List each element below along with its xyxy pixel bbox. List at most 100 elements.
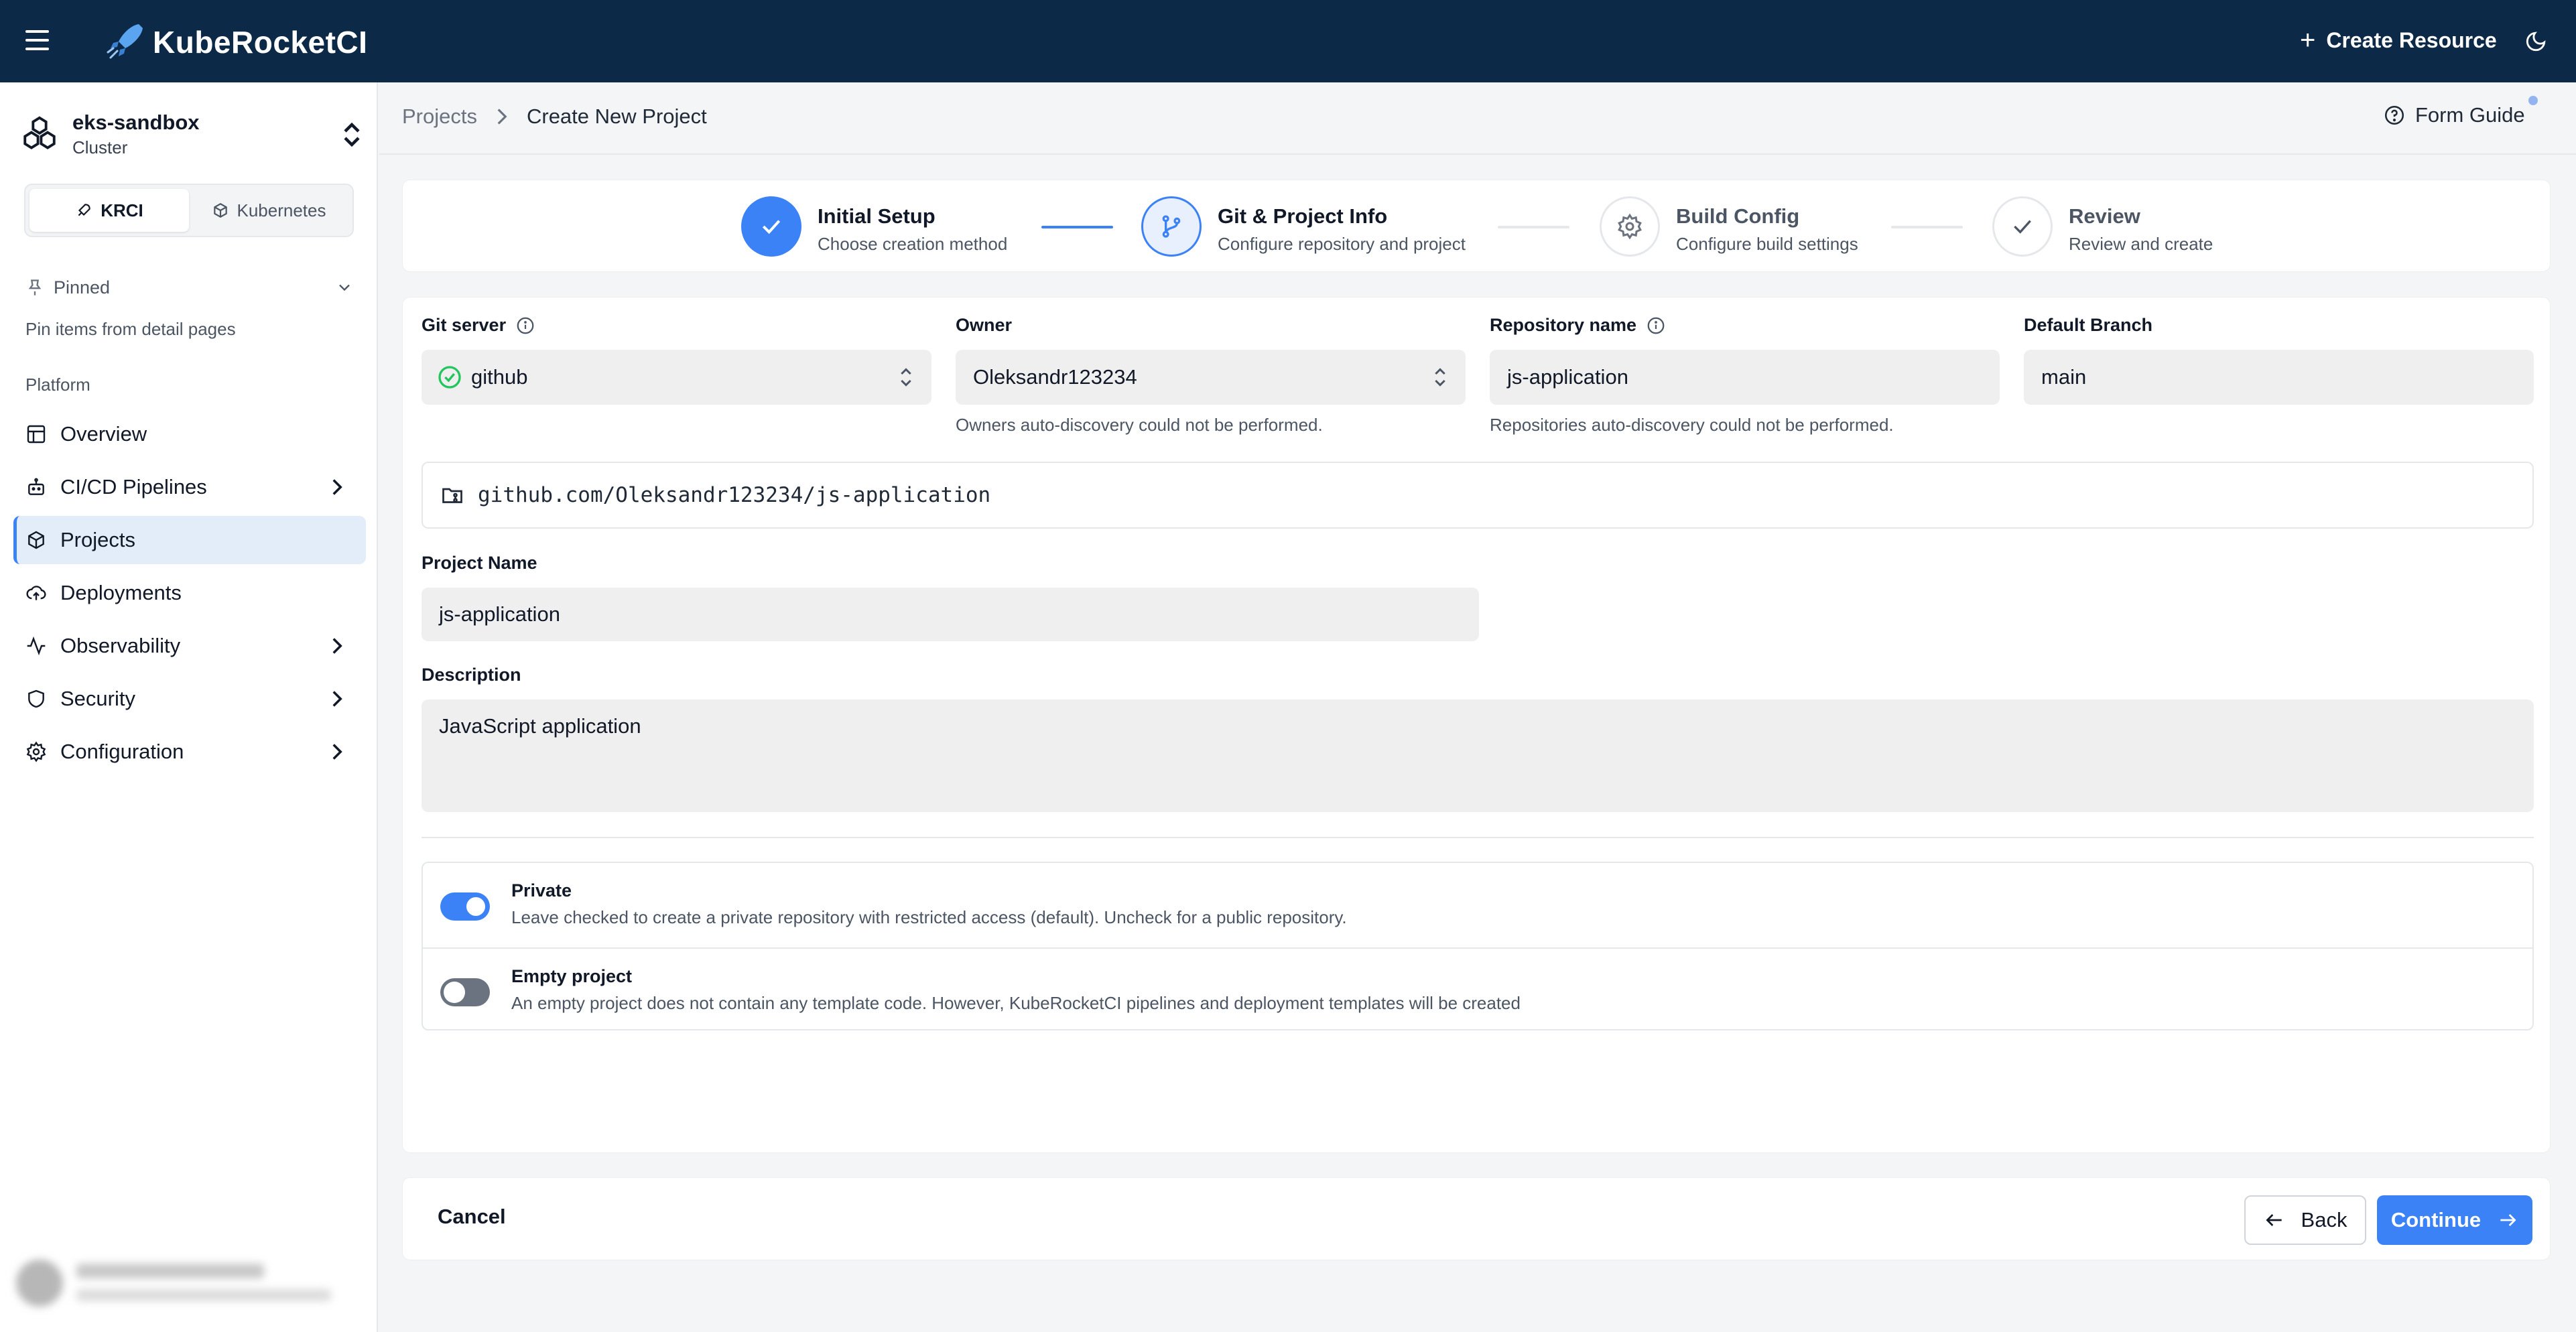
chevron-right-icon [332,638,342,654]
project-name-label: Project Name [422,553,537,573]
arrow-right-icon [2500,1214,2516,1226]
step-subtitle: Configure build settings [1676,234,1858,254]
stepper: Initial Setup Choose creation method Git… [402,180,2551,272]
cloud-upload-icon [26,586,46,600]
back-label: Back [2301,1208,2347,1231]
sidebar-item-observability[interactable]: Observability [13,622,366,670]
plus-icon: + [2300,25,2316,55]
empty-project-toggle[interactable] [440,978,490,1006]
activity-icon [27,636,46,656]
options-group: Private Leave checked to create a privat… [422,862,2534,1030]
check-circle-icon [438,366,461,389]
chevrons-up-down-icon [901,368,911,387]
arrow-left-icon [2265,1214,2282,1226]
sidebar: eks-sandbox Cluster KRCI Kubernetes Pinn… [0,82,378,1332]
info-icon[interactable] [515,316,535,336]
git-server-value: github [471,365,528,389]
step-subtitle: Choose creation method [818,234,1008,254]
continue-button[interactable]: Continue [2377,1195,2532,1245]
header-divider [379,153,2576,155]
check-icon [741,196,801,257]
repository-name-value: js-application [1507,365,1628,389]
owner-label: Owner [956,315,1013,335]
pinned-section-toggle[interactable]: Pinned [25,274,354,301]
gear-icon [26,741,46,762]
segment-krci[interactable]: KRCI [29,189,189,232]
layout-icon [27,425,46,444]
rocket-logo-icon [107,24,143,59]
menu-icon[interactable] [25,30,49,50]
box-icon [28,531,44,549]
sidebar-item-configuration[interactable]: Configuration [13,728,366,776]
segment-krci-label: KRCI [101,200,143,220]
user-email-redacted [76,1289,331,1301]
cluster-selector[interactable]: eks-sandbox Cluster [20,108,362,161]
description-value: JavaScript application [439,714,641,738]
rocket-icon [78,204,90,216]
chevron-right-icon [332,744,342,760]
sidebar-item-cicd-pipelines[interactable]: CI/CD Pipelines [13,463,366,511]
check-icon [1992,196,2053,257]
chevrons-up-down-icon [1435,368,1445,387]
form-guide-label: Form Guide [2415,103,2525,127]
step-title: Review [2069,204,2140,228]
form-footer: Cancel Back Continue [402,1177,2551,1260]
breadcrumb-current: Create New Project [526,105,707,128]
empty-project-label: Empty project [511,966,633,986]
project-name-input[interactable]: js-application [422,588,1479,641]
info-icon[interactable] [1646,316,1666,336]
sidebar-item-label: CI/CD Pipelines [60,475,207,498]
help-circle-icon [2384,105,2404,125]
form-guide-button[interactable]: Form Guide [2383,103,2525,127]
sidebar-item-overview[interactable]: Overview [13,410,366,458]
user-profile-blurred[interactable] [9,1250,365,1317]
folder-git-icon [442,488,462,503]
repository-name-label: Repository name [1490,315,1666,336]
back-button[interactable]: Back [2244,1195,2366,1245]
sidebar-item-label: Deployments [60,581,182,604]
sidebar-item-security[interactable]: Security [13,675,366,723]
sidebar-item-projects[interactable]: Projects [13,516,366,564]
breadcrumb-projects-link[interactable]: Projects [402,105,477,129]
description-label: Description [422,665,521,685]
form-divider [422,837,2534,838]
repository-name-input[interactable]: js-application [1490,350,2000,405]
step-subtitle: Review and create [2069,234,2213,254]
notification-dot [2528,96,2538,105]
git-server-select[interactable]: github [422,350,931,405]
owner-select[interactable]: Oleksandr123234 [956,350,1466,405]
default-branch-input[interactable]: main [2024,350,2534,405]
chevron-down-icon [339,284,350,291]
git-server-label: Git server [422,315,535,336]
cluster-type: Cluster [72,137,128,157]
repository-url-text: github.com/Oleksandr123234/js-applicatio… [478,483,991,507]
app-brand[interactable]: KubeRocketCI [153,24,367,60]
segment-kubernetes-label: Kubernetes [237,200,326,220]
cube-icon [213,203,227,218]
sidebar-item-label: Observability [60,634,181,657]
create-resource-button[interactable]: + Create Resource [2300,27,2497,54]
chevron-right-icon [332,691,342,707]
description-textarea[interactable]: JavaScript application [422,700,2534,812]
step-connector [1891,226,1963,228]
project-form: Git server github Owner Oleksandr123234 … [402,297,2551,1153]
moon-icon[interactable] [2524,30,2547,53]
private-option: Private Leave checked to create a privat… [423,863,2532,946]
repository-url-display: github.com/Oleksandr123234/js-applicatio… [422,462,2534,529]
pin-icon [28,279,42,295]
sidebar-item-deployments[interactable]: Deployments [13,569,366,617]
step-title: Build Config [1676,204,1800,228]
cancel-button[interactable]: Cancel [438,1205,506,1229]
chevron-right-icon [497,109,507,125]
chevron-right-icon [332,479,342,495]
continue-label: Continue [2390,1208,2482,1231]
step-title: Initial Setup [818,204,936,228]
git-branch-icon [1141,196,1202,257]
shield-icon [28,689,44,708]
private-toggle[interactable] [440,892,490,921]
segment-kubernetes[interactable]: Kubernetes [189,189,348,232]
step-connector [1041,226,1113,228]
pinned-hint: Pin items from detail pages [25,319,236,339]
git-server-label-text: Git server [422,315,507,335]
private-label: Private [511,880,572,901]
